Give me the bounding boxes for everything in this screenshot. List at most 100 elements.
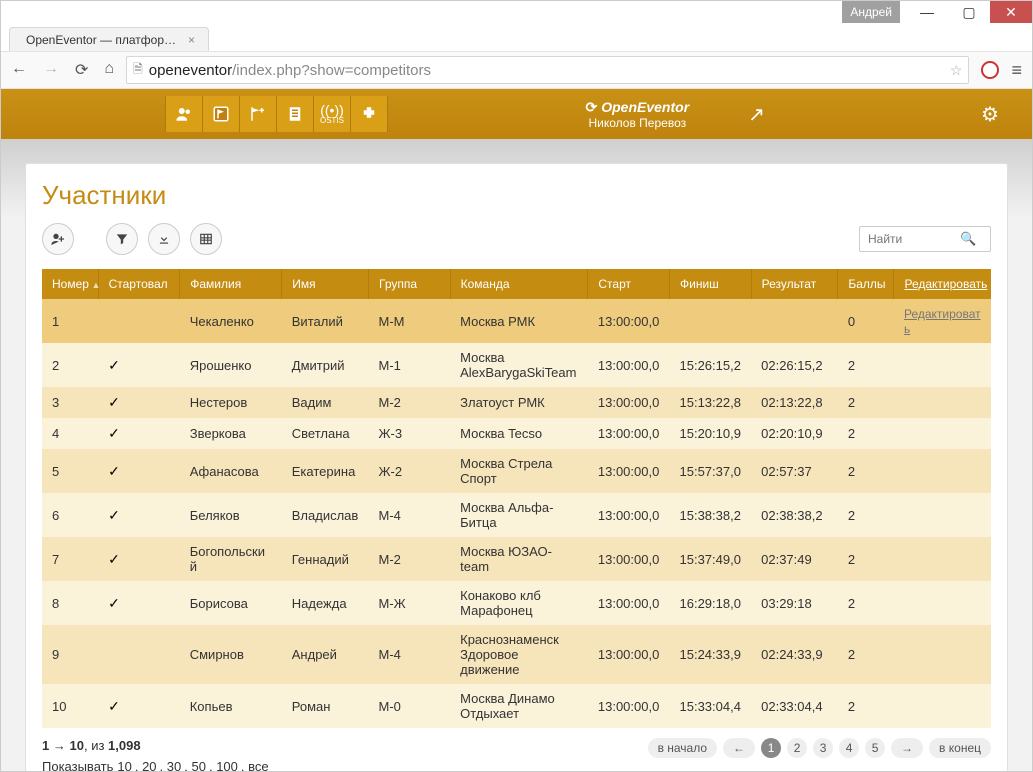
bookmark-star-icon[interactable]: ☆ [950, 62, 963, 79]
adblock-icon[interactable] [981, 61, 999, 79]
col-firstname[interactable]: Имя [282, 269, 369, 299]
cell-group: М-4 [369, 625, 451, 684]
page-prev-button[interactable]: ← [723, 738, 755, 758]
cell-finish: 15:57:37,0 [670, 449, 752, 493]
pagesize-option[interactable]: все [248, 759, 269, 771]
col-team[interactable]: Команда [450, 269, 588, 299]
cell-firstname: Андрей [282, 625, 369, 684]
toolbar-competitors-button[interactable] [165, 96, 203, 132]
toolbar-plugin-button[interactable] [351, 96, 388, 132]
page-number-button[interactable]: 4 [839, 738, 859, 758]
cell-started [98, 299, 180, 343]
col-finish[interactable]: Финиш [670, 269, 752, 299]
toolbar-ostis-button[interactable]: ((•)) OSTIS [314, 96, 351, 132]
filter-button[interactable] [106, 223, 138, 255]
cell-edit [894, 343, 991, 387]
cell-number: 8 [42, 581, 98, 625]
cell-started: ✓ [98, 684, 180, 728]
page-last-button[interactable]: в конец [929, 738, 991, 758]
table-row[interactable]: 4✓ЗверковаСветланаЖ-3Москва Tecso13:00:0… [42, 418, 991, 449]
add-competitor-button[interactable] [42, 223, 74, 255]
cell-firstname: Роман [282, 684, 369, 728]
toolbar-flag-plus-button[interactable] [240, 96, 277, 132]
settings-gear-icon[interactable]: ⚙ [972, 102, 1008, 127]
page-number-button[interactable]: 3 [813, 738, 833, 758]
edit-link[interactable]: Редактировать [904, 307, 981, 336]
window-maximize-button[interactable]: ▢ [948, 1, 990, 23]
nav-reload-icon[interactable]: ⟳ [75, 60, 88, 80]
search-input[interactable]: 🔍 [859, 226, 991, 252]
nav-home-icon[interactable]: ⌂ [104, 60, 114, 80]
cell-started: ✓ [98, 387, 180, 418]
page-number-button[interactable]: 1 [761, 738, 781, 758]
col-number[interactable]: Номер [42, 269, 98, 299]
table-row[interactable]: 2✓ЯрошенкоДмитрийМ-1Москва AlexBarygaSki… [42, 343, 991, 387]
search-field[interactable] [866, 231, 960, 247]
check-icon: ✓ [108, 463, 120, 479]
table-row[interactable]: 7✓БогопольскийГеннадийМ-2Москва ЮЗАО-tea… [42, 537, 991, 581]
url-path: /index.php?show=competitors [232, 62, 431, 79]
cell-lastname: Богопольский [180, 537, 282, 581]
page-next-button[interactable]: → [891, 738, 923, 758]
cell-firstname: Екатерина [282, 449, 369, 493]
toolbar-document-button[interactable] [277, 96, 314, 132]
cell-lastname: Смирнов [180, 625, 282, 684]
check-icon: ✓ [108, 551, 120, 567]
table-row[interactable]: 10✓КопьевРоманМ-0Москва Динамо Отдыхает1… [42, 684, 991, 728]
table-row[interactable]: 5✓АфанасоваЕкатеринаЖ-2Москва Стрела Спо… [42, 449, 991, 493]
cell-lastname: Борисова [180, 581, 282, 625]
cell-lastname: Ярошенко [180, 343, 282, 387]
col-result[interactable]: Результат [751, 269, 838, 299]
cell-firstname: Светлана [282, 418, 369, 449]
chrome-menu-icon[interactable]: ≡ [1011, 60, 1022, 81]
pagesize-option[interactable]: 30 [167, 759, 181, 771]
col-points[interactable]: Баллы [838, 269, 894, 299]
table-row[interactable]: 3✓НестеровВадимМ-2Златоуст РМК13:00:00,0… [42, 387, 991, 418]
pagesize-option[interactable]: 100 [216, 759, 238, 771]
window-close-button[interactable]: ✕ [990, 1, 1032, 23]
toolbar-flag-button[interactable] [203, 96, 240, 132]
range-info: 1 → 10, из 1,098 [42, 738, 275, 753]
os-user-badge[interactable]: Андрей [842, 1, 900, 23]
page-number-button[interactable]: 5 [865, 738, 885, 758]
cell-start: 13:00:00,0 [588, 493, 670, 537]
page-number-button[interactable]: 2 [787, 738, 807, 758]
cell-result: 02:38:38,2 [751, 493, 838, 537]
pagesize-option[interactable]: 10 [117, 759, 131, 771]
table-view-button[interactable] [190, 223, 222, 255]
pagesize-option[interactable]: 20 [142, 759, 156, 771]
external-link-icon[interactable]: ↗ [739, 102, 775, 127]
cell-edit [894, 387, 991, 418]
cell-lastname: Копьев [180, 684, 282, 728]
cell-lastname: Беляков [180, 493, 282, 537]
browser-tab[interactable]: OpenEventor — платфор… × [9, 27, 209, 51]
address-bar[interactable]: 🗎 openeventor/index.php?show=competitors… [126, 56, 969, 84]
download-button[interactable] [148, 223, 180, 255]
cell-number: 4 [42, 418, 98, 449]
cell-lastname: Чекаленко [180, 299, 282, 343]
col-started[interactable]: Стартовал [98, 269, 180, 299]
cell-result: 02:26:15,2 [751, 343, 838, 387]
col-lastname[interactable]: Фамилия [180, 269, 282, 299]
cell-result: 02:37:49 [751, 537, 838, 581]
table-row[interactable]: 6✓БеляковВладиславМ-4Москва Альфа-Битца1… [42, 493, 991, 537]
table-row[interactable]: 1ЧекаленкоВиталийМ-ММосква РМК13:00:00,0… [42, 299, 991, 343]
cell-finish: 15:26:15,2 [670, 343, 752, 387]
pagesize-option[interactable]: 50 [191, 759, 205, 771]
window-minimize-button[interactable]: — [906, 1, 948, 23]
table-row[interactable]: 8✓БорисоваНадеждаМ-ЖКонаково клб Марафон… [42, 581, 991, 625]
page-first-button[interactable]: в начало [648, 738, 717, 758]
cell-group: М-2 [369, 387, 451, 418]
cell-finish: 15:38:38,2 [670, 493, 752, 537]
nav-back-icon[interactable]: ← [11, 60, 27, 80]
cell-started: ✓ [98, 343, 180, 387]
check-icon: ✓ [108, 425, 120, 441]
tab-close-icon[interactable]: × [188, 33, 195, 47]
col-group[interactable]: Группа [369, 269, 451, 299]
cell-result: 02:57:37 [751, 449, 838, 493]
cell-points: 2 [838, 387, 894, 418]
cell-edit [894, 537, 991, 581]
col-start[interactable]: Старт [588, 269, 670, 299]
check-icon: ✓ [108, 698, 120, 714]
table-row[interactable]: 9СмирновАндрейМ-4Краснознаменск Здоровое… [42, 625, 991, 684]
